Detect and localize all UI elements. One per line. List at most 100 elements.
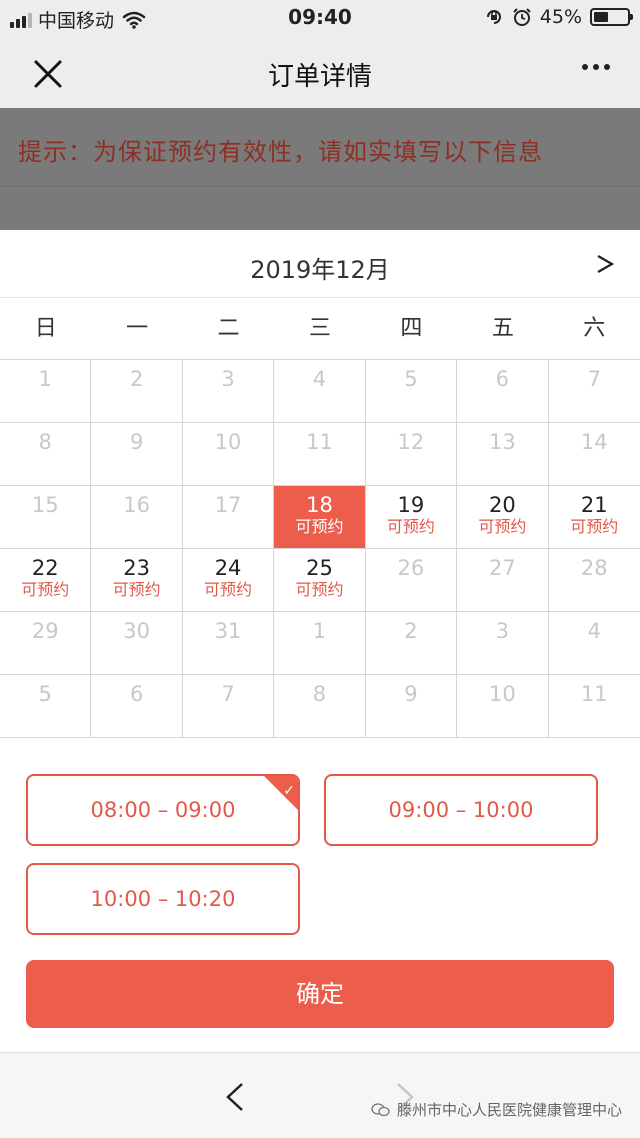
- calendar-grid: 1 2 3 4 5 6 7 8 9 10 11 12 13 14 15 16 17 18 可预约 19 可预约 20 可预约…: [0, 360, 640, 738]
- availability-label: 可预约: [570, 517, 619, 536]
- status-right: 45%: [484, 6, 633, 28]
- day-number: 3: [495, 619, 510, 643]
- back-icon[interactable]: [222, 1081, 248, 1113]
- battery-icon: [590, 8, 633, 26]
- availability-label: 可预约: [386, 517, 435, 536]
- day-number: 4: [312, 367, 327, 391]
- day-number: 9: [404, 682, 418, 706]
- day-number: 6: [129, 682, 144, 706]
- calendar-day-available[interactable]: 19 可预约: [365, 486, 458, 549]
- weekday-label: 六: [583, 316, 606, 341]
- nav-bar: 订单详情: [0, 36, 640, 108]
- day-number: 5: [404, 367, 418, 391]
- calendar-day-available[interactable]: 22 可预约: [0, 549, 92, 612]
- calendar-day: 15: [0, 486, 92, 549]
- browser-toolbar: 滕州市中心人民医院健康管理中心: [0, 1052, 640, 1138]
- time-slot-button[interactable]: 09:00 – 10:00: [324, 774, 598, 846]
- calendar-day-available[interactable]: 21 可预约: [548, 486, 640, 549]
- day-number: 20: [488, 493, 516, 517]
- time-slot-button[interactable]: 08:00 – 09:00 ✓: [26, 774, 300, 846]
- calendar-day: 10: [457, 675, 549, 738]
- availability-label: 可预约: [204, 580, 253, 599]
- day-number: 25: [306, 556, 333, 580]
- calendar-day: 4: [548, 612, 640, 675]
- day-number: 19: [397, 493, 425, 517]
- calendar-day: 6: [457, 360, 549, 423]
- availability-label: 可预约: [112, 580, 161, 599]
- day-number: 5: [38, 682, 52, 706]
- calendar-day-available[interactable]: 20 可预约: [457, 486, 549, 549]
- day-number: 8: [38, 430, 52, 454]
- calendar-day: 3: [457, 612, 549, 675]
- day-number: 28: [580, 556, 608, 580]
- day-number: 29: [31, 619, 59, 643]
- next-month-icon[interactable]: [594, 252, 616, 276]
- battery-percent: 45%: [539, 6, 582, 28]
- calendar-day: 7: [182, 675, 275, 738]
- calendar-day-available[interactable]: 24 可预约: [182, 549, 275, 612]
- day-number: 24: [214, 556, 242, 580]
- calendar-day-available[interactable]: 23 可预约: [91, 549, 183, 612]
- weekday-label: 一: [126, 316, 149, 341]
- day-number: 2: [404, 619, 418, 643]
- notice-text: 提示：为保证预约有效性，请如实填写以下信息: [18, 138, 543, 166]
- day-number: 4: [587, 619, 601, 643]
- month-header: 2019年12月: [0, 230, 640, 298]
- day-number: 3: [221, 367, 235, 391]
- calendar-day: 12: [365, 423, 458, 486]
- calendar-day: 16: [91, 486, 183, 549]
- day-number: 15: [31, 493, 59, 517]
- calendar-day: 5: [0, 675, 92, 738]
- day-number: 12: [397, 430, 425, 454]
- wechat-icon: [371, 1102, 390, 1116]
- confirm-button[interactable]: 确定: [26, 960, 614, 1028]
- month-title: 2019年12月: [250, 256, 390, 284]
- availability-label: 可预约: [295, 580, 344, 599]
- time-slot-button[interactable]: 10:00 – 10:20: [26, 863, 300, 935]
- calendar-day: 4: [274, 360, 366, 423]
- time-slot-label: 08:00 – 09:00: [90, 798, 236, 822]
- date-picker-sheet: 2019年12月 日 一 二 三 四 五 六 1 2 3 4 5 6 7 8 9 10 11 12 13…: [0, 230, 640, 1052]
- calendar-day: 11: [548, 675, 640, 738]
- day-number: 10: [488, 682, 516, 706]
- selected-corner: ✓: [264, 776, 298, 810]
- availability-label: 可预约: [295, 517, 344, 536]
- more-icon[interactable]: [582, 64, 610, 70]
- weekday-label: 四: [400, 316, 423, 341]
- calendar-day: 14: [548, 423, 640, 486]
- calendar-day: 8: [0, 423, 92, 486]
- calendar-day: 6: [91, 675, 183, 738]
- watermark-text: 滕州市中心人民医院健康管理中心: [396, 1101, 622, 1119]
- day-number: 2: [129, 367, 144, 391]
- calendar-day: 29: [0, 612, 92, 675]
- calendar-day: 5: [365, 360, 458, 423]
- calendar-day: 31: [182, 612, 275, 675]
- calendar-day: 10: [182, 423, 275, 486]
- day-number: 23: [123, 556, 150, 580]
- day-number: 7: [221, 682, 235, 706]
- status-bar: 中国移动 09:40 45%: [0, 0, 640, 36]
- calendar-day: 3: [182, 360, 275, 423]
- divider: [0, 186, 640, 187]
- calendar-day-available[interactable]: 25 可预约: [274, 549, 366, 612]
- day-number: 17: [214, 493, 242, 517]
- calendar-day: 2: [365, 612, 458, 675]
- day-number: 31: [214, 619, 242, 643]
- day-number: 10: [214, 430, 242, 454]
- calendar-day: 27: [457, 549, 549, 612]
- calendar-day: 13: [457, 423, 549, 486]
- calendar-day-available[interactable]: 18 可预约: [274, 486, 366, 549]
- alarm-icon: [513, 8, 531, 26]
- calendar-day: 1: [0, 360, 92, 423]
- day-number: 14: [580, 430, 608, 454]
- page-title: 订单详情: [267, 62, 372, 92]
- day-number: 16: [123, 493, 150, 517]
- day-number: 11: [306, 430, 333, 454]
- weekday-header: 日 一 二 三 四 五 六: [0, 298, 640, 360]
- day-number: 6: [495, 367, 510, 391]
- calendar-day: 9: [91, 423, 183, 486]
- background-overlay[interactable]: 提示：为保证预约有效性，请如实填写以下信息: [0, 108, 640, 230]
- day-number: 8: [312, 682, 327, 706]
- calendar-day: 2: [91, 360, 183, 423]
- check-icon: ✓: [283, 783, 295, 799]
